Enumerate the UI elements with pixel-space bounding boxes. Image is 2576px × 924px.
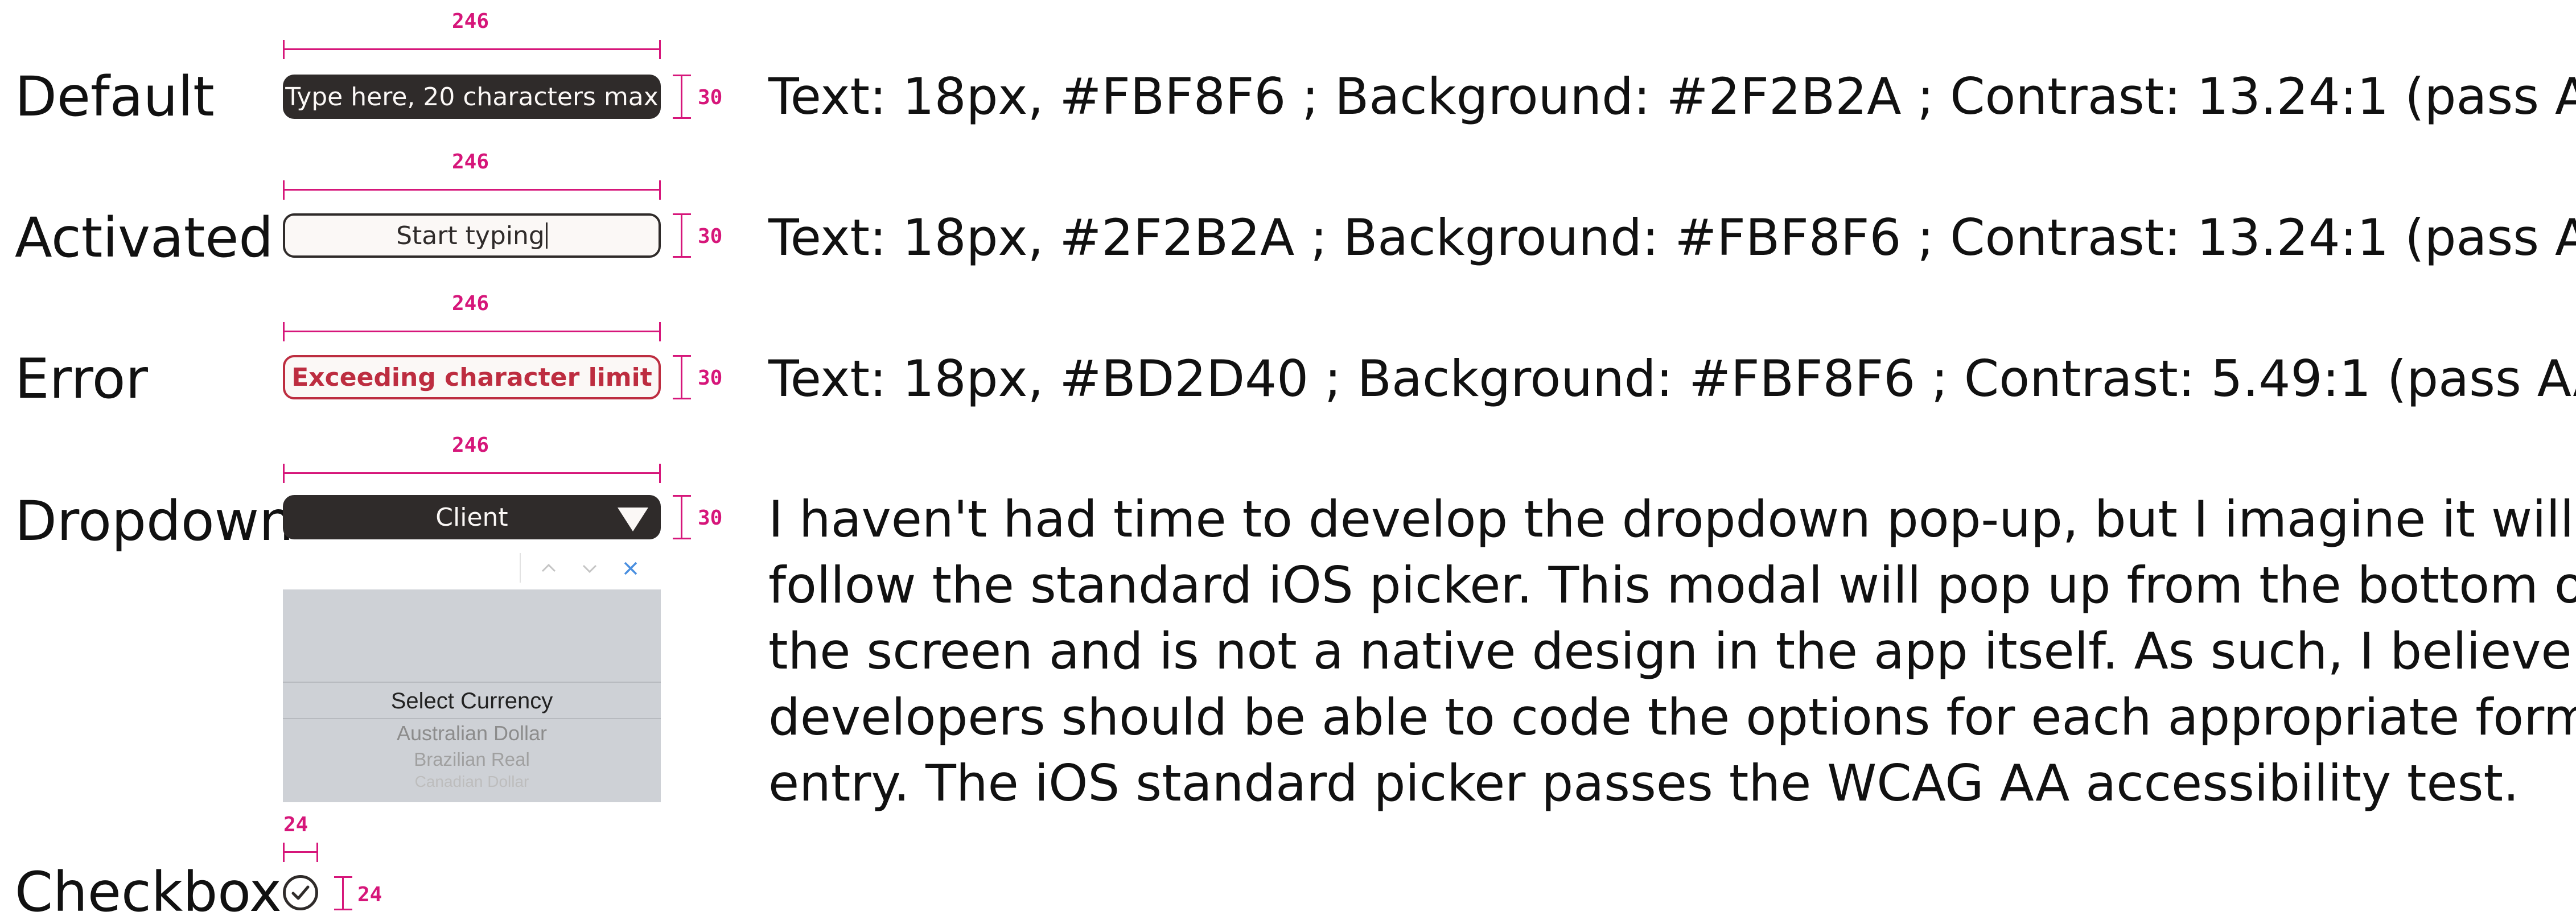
width-label-error: 246 bbox=[452, 292, 489, 315]
chevron-down-icon[interactable] bbox=[579, 558, 600, 579]
close-icon[interactable] bbox=[620, 558, 641, 579]
ios-picker: Select Currency Australian Dollar Brazil… bbox=[283, 547, 661, 802]
row-label-default: Default bbox=[15, 65, 215, 129]
text-field-activated[interactable]: Start typing bbox=[283, 213, 661, 258]
dropdown-field-text: Client bbox=[435, 502, 508, 532]
selection-line-top bbox=[283, 682, 661, 683]
width-label-default: 246 bbox=[452, 10, 489, 33]
checkmark-icon bbox=[291, 885, 310, 900]
height-dimension-default bbox=[670, 75, 693, 119]
width-dimension-default bbox=[283, 38, 661, 60]
height-dimension-checkbox bbox=[332, 876, 355, 910]
description-default: Text: 18px, #FBF8F6 ; Background: #2F2B2… bbox=[768, 67, 2576, 126]
chevron-up-icon[interactable] bbox=[538, 558, 559, 579]
description-activated: Text: 18px, #2F2B2A ; Background: #FBF8F… bbox=[768, 208, 2576, 267]
height-dimension-error bbox=[670, 355, 693, 399]
height-label-checkbox: 24 bbox=[357, 883, 382, 906]
row-label-checkbox: Checkbox bbox=[15, 860, 282, 924]
text-field-default-text: Type here, 20 characters max bbox=[285, 82, 659, 112]
height-dimension-dropdown bbox=[670, 495, 693, 539]
text-cursor bbox=[545, 222, 548, 249]
height-label-dropdown: 30 bbox=[698, 506, 723, 530]
text-field-error[interactable]: Exceeding character limit bbox=[283, 355, 661, 399]
description-dropdown-line-5: entry. The iOS standard picker passes th… bbox=[768, 754, 2520, 812]
text-field-activated-text: Start typing bbox=[396, 221, 545, 250]
picker-option[interactable]: Canadian Dollar bbox=[283, 773, 661, 791]
width-dimension-dropdown bbox=[283, 461, 661, 484]
description-dropdown-line-4: developers should be able to code the op… bbox=[768, 688, 2576, 746]
height-label-activated: 30 bbox=[698, 225, 723, 248]
picker-wheel[interactable]: Select Currency Australian Dollar Brazil… bbox=[283, 589, 661, 802]
dropdown-field[interactable]: Client bbox=[283, 495, 661, 539]
picker-toolbar bbox=[283, 547, 661, 591]
picker-option[interactable]: Brazilian Real bbox=[283, 749, 661, 770]
selection-line-bottom bbox=[283, 718, 661, 719]
text-field-error-text: Exceeding character limit bbox=[291, 362, 652, 392]
description-dropdown-line-2: follow the standard iOS picker. This mod… bbox=[768, 556, 2576, 614]
text-field-default[interactable]: Type here, 20 characters max bbox=[283, 75, 661, 119]
row-label-dropdown: Dropdown bbox=[15, 489, 294, 553]
height-label-default: 30 bbox=[698, 86, 723, 109]
width-label-dropdown: 246 bbox=[452, 434, 489, 457]
row-label-error: Error bbox=[15, 347, 148, 411]
height-label-error: 30 bbox=[698, 366, 723, 390]
checkbox-checked-icon[interactable] bbox=[283, 875, 318, 910]
row-label-activated: Activated bbox=[15, 206, 274, 270]
width-dimension-activated bbox=[283, 178, 661, 201]
picker-toolbar-divider bbox=[520, 553, 521, 583]
caret-down-icon bbox=[618, 508, 648, 531]
picker-option-selected[interactable]: Select Currency bbox=[283, 688, 661, 714]
description-error: Text: 18px, #BD2D40 ; Background: #FBF8F… bbox=[768, 349, 2576, 408]
width-dimension-error bbox=[283, 320, 661, 343]
width-label-checkbox: 24 bbox=[283, 813, 308, 836]
height-dimension-activated bbox=[670, 213, 693, 258]
width-label-activated: 246 bbox=[452, 150, 489, 174]
picker-option[interactable]: Australian Dollar bbox=[283, 721, 661, 745]
width-dimension-checkbox bbox=[283, 840, 318, 863]
description-dropdown-line-1: I haven't had time to develop the dropdo… bbox=[768, 490, 2574, 548]
description-dropdown: I haven't had time to develop the dropdo… bbox=[768, 486, 2576, 816]
description-dropdown-line-3: the screen and is not a native design in… bbox=[768, 622, 2576, 680]
